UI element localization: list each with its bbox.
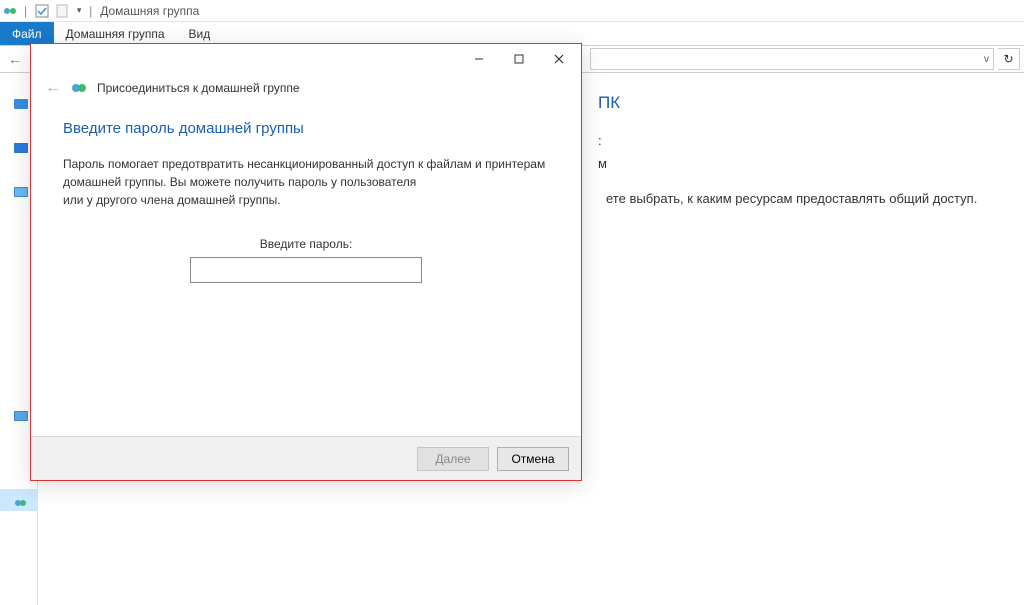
- homegroup-small-icon: [14, 495, 28, 505]
- dialog-heading: Введите пароль домашней группы: [63, 120, 549, 137]
- join-homegroup-dialog: ← Присоединиться к домашней группе Введи…: [30, 43, 582, 481]
- content-line: м: [598, 156, 1004, 171]
- document-icon: [53, 2, 71, 20]
- password-input[interactable]: [190, 257, 422, 283]
- dialog-description: Пароль помогает предотвратить несанкцион…: [63, 155, 549, 209]
- content-line: :: [598, 133, 1004, 148]
- dialog-body: Введите пароль домашней группы Пароль по…: [31, 102, 581, 436]
- separator: |: [89, 4, 92, 18]
- maximize-button[interactable]: [499, 45, 539, 73]
- sidebar-item-homegroup[interactable]: [0, 489, 37, 511]
- dialog-text-line: или у другого члена домашней группы.: [63, 193, 281, 207]
- dialog-footer: Далее Отмена: [31, 436, 581, 480]
- nav-back-button[interactable]: ←: [4, 48, 26, 70]
- network-icon: [14, 411, 28, 421]
- dialog-header: ← Присоединиться к домашней группе: [31, 74, 581, 102]
- cancel-button[interactable]: Отмена: [497, 447, 569, 471]
- window-titlebar: | ▾ | Домашняя группа: [0, 0, 1024, 22]
- dialog-title: Присоединиться к домашней группе: [97, 81, 300, 95]
- tab-homegroup[interactable]: Домашняя группа: [54, 22, 177, 45]
- dialog-text-line: домашней группы. Вы можете получить паро…: [63, 175, 416, 189]
- chevron-down-icon[interactable]: ▾: [73, 2, 85, 20]
- minimize-button[interactable]: [459, 45, 499, 73]
- content-heading: ПК: [598, 93, 1004, 113]
- window-title: Домашняя группа: [100, 4, 199, 18]
- dialog-back-button[interactable]: ←: [45, 79, 61, 97]
- checkbox-icon[interactable]: [33, 2, 51, 20]
- homegroup-icon: [71, 80, 87, 96]
- close-button[interactable]: [539, 45, 579, 73]
- separator: |: [24, 4, 27, 18]
- address-field[interactable]: v: [590, 48, 994, 70]
- refresh-button[interactable]: ↻: [998, 48, 1020, 70]
- dialog-titlebar[interactable]: [31, 44, 581, 74]
- tab-view[interactable]: Вид: [177, 22, 223, 45]
- password-label: Введите пароль:: [63, 237, 549, 251]
- homegroup-icon: [2, 2, 20, 20]
- chevron-down-icon[interactable]: v: [984, 54, 989, 65]
- content-description: ете выбрать, к каким ресурсам предоставл…: [606, 189, 1004, 209]
- thispc-icon: [14, 187, 28, 197]
- quickaccess-icon: [14, 99, 28, 109]
- tab-file[interactable]: Файл: [0, 22, 54, 45]
- dialog-text-line: Пароль помогает предотвратить несанкцион…: [63, 157, 545, 171]
- next-button[interactable]: Далее: [417, 447, 489, 471]
- onedrive-icon: [14, 143, 28, 153]
